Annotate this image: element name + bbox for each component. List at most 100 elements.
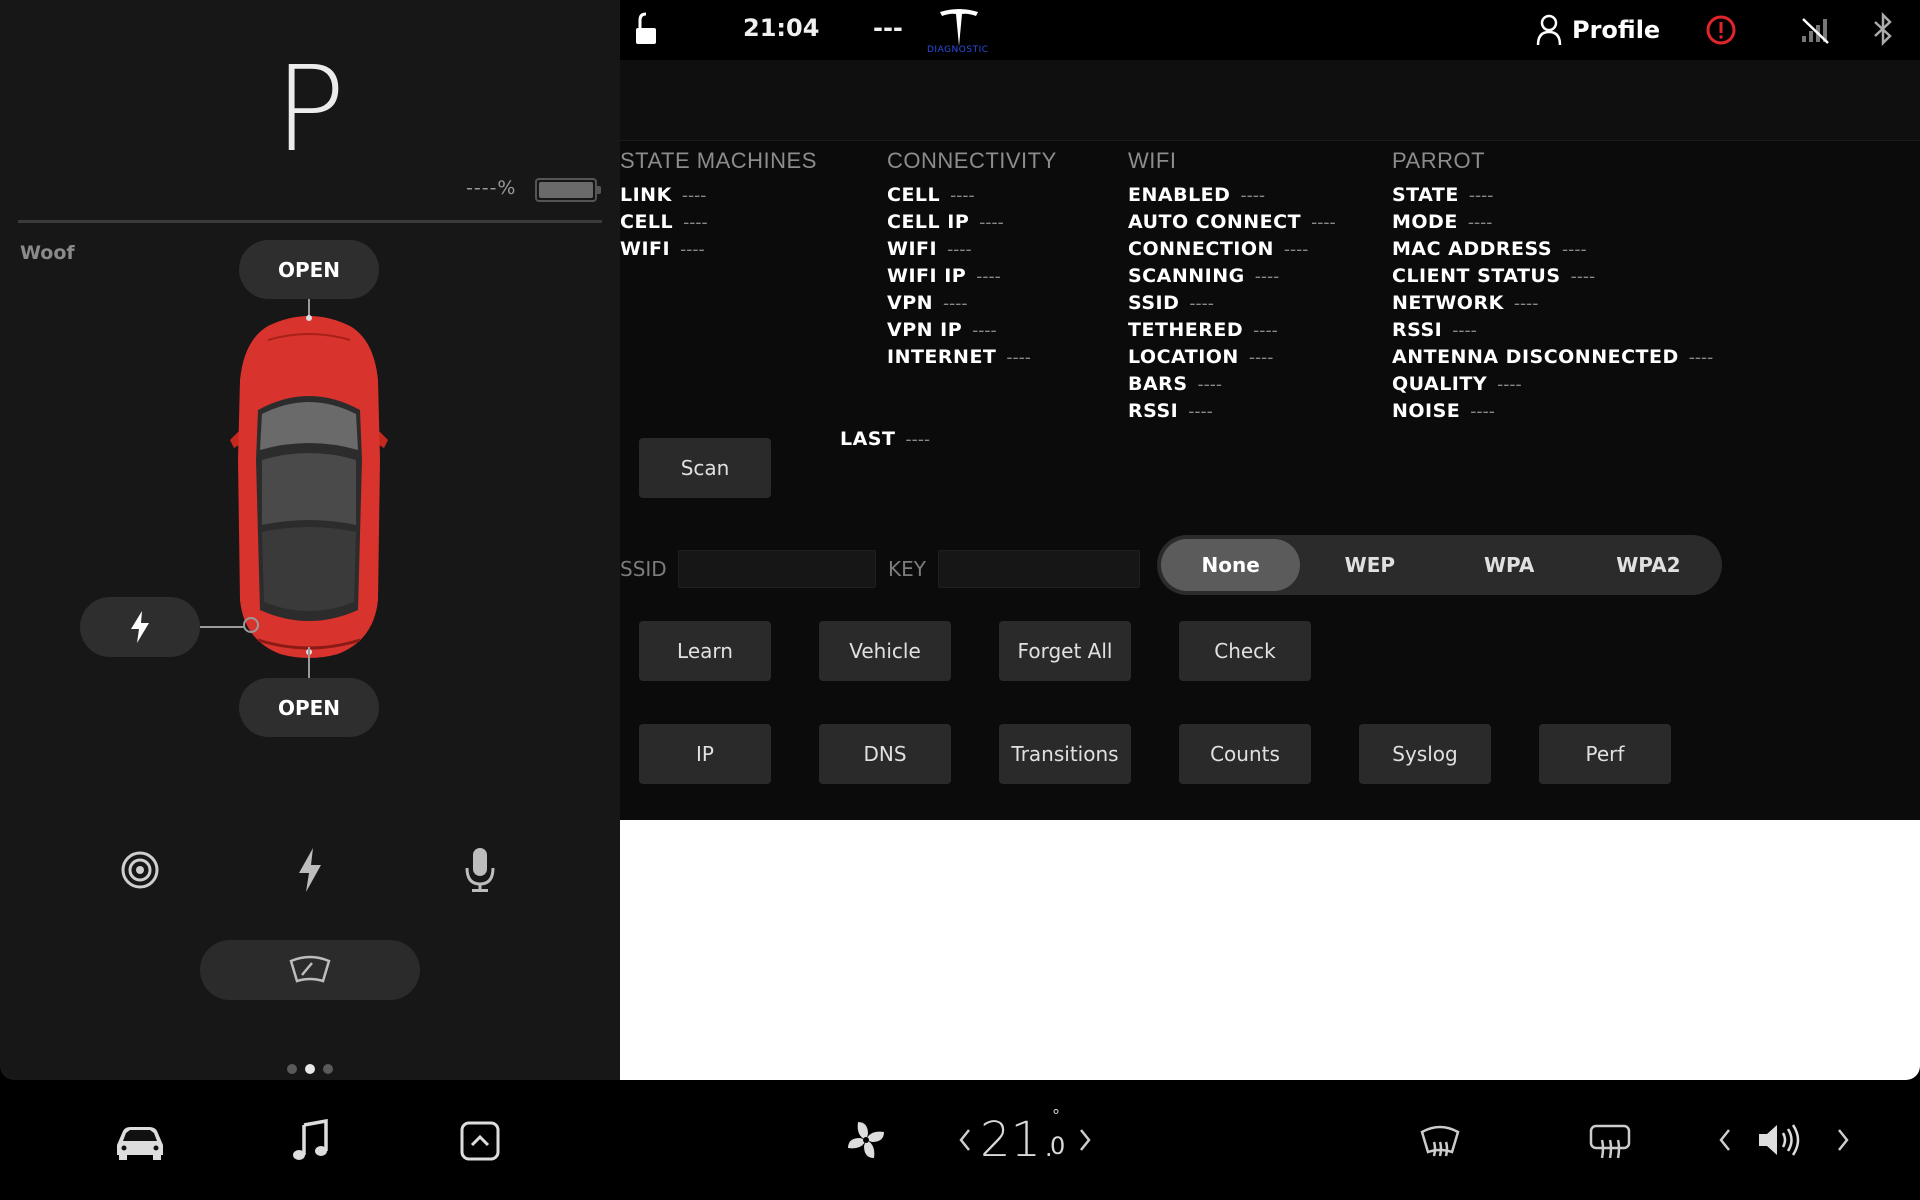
trunk-connector-line bbox=[308, 647, 310, 678]
diag-value: ---- bbox=[1513, 294, 1539, 314]
volume-up-button[interactable] bbox=[1828, 1120, 1858, 1160]
diag-row: CLIENT STATUS ---- bbox=[1392, 263, 1713, 290]
transitions-button[interactable]: Transitions bbox=[999, 724, 1131, 784]
temp-up-button[interactable] bbox=[1070, 1120, 1100, 1160]
perf-button[interactable]: Perf bbox=[1539, 724, 1671, 784]
diag-row: WIFI ---- bbox=[887, 236, 1057, 263]
learn-button[interactable]: Learn bbox=[639, 621, 771, 681]
security-type-toggle[interactable]: None WEP WPA WPA2 bbox=[1157, 535, 1722, 595]
profile-button[interactable]: Profile bbox=[1536, 14, 1660, 46]
car-button[interactable] bbox=[108, 1112, 172, 1170]
diag-key: LINK bbox=[620, 184, 672, 206]
diag-key: ANTENNA DISCONNECTED bbox=[1392, 346, 1679, 368]
counts-button[interactable]: Counts bbox=[1179, 724, 1311, 784]
diag-row: QUALITY ---- bbox=[1392, 371, 1713, 398]
fan-button[interactable] bbox=[838, 1112, 894, 1168]
state-machines-column: STATE MACHINES LINK ---- CELL ---- WIFI ---… bbox=[620, 148, 817, 263]
syslog-button[interactable]: Syslog bbox=[1359, 724, 1491, 784]
cellular-status bbox=[1800, 16, 1830, 48]
ip-button[interactable]: IP bbox=[639, 724, 771, 784]
vehicle-button[interactable]: Vehicle bbox=[819, 621, 951, 681]
volume-down-icon bbox=[1719, 1129, 1730, 1151]
check-button[interactable]: Check bbox=[1179, 621, 1311, 681]
diag-row: TETHERED ---- bbox=[1128, 317, 1336, 344]
diag-key: WIFI IP bbox=[887, 265, 967, 287]
page-dot[interactable] bbox=[287, 1064, 297, 1074]
diag-key: ENABLED bbox=[1128, 184, 1231, 206]
temp-down-button[interactable] bbox=[950, 1120, 980, 1160]
speaker-icon bbox=[1759, 1124, 1800, 1156]
open-frunk-button[interactable]: OPEN bbox=[239, 240, 379, 299]
fan-icon bbox=[848, 1122, 884, 1158]
diag-row: LOCATION ---- bbox=[1128, 344, 1336, 371]
camera-button[interactable] bbox=[110, 840, 170, 900]
volume-down-button[interactable] bbox=[1710, 1120, 1740, 1160]
diag-row: NOISE ---- bbox=[1392, 398, 1713, 425]
diag-value: ---- bbox=[1570, 267, 1596, 287]
voice-command-button[interactable] bbox=[450, 835, 510, 905]
front-defrost-button[interactable] bbox=[1410, 1114, 1470, 1170]
bluetooth-button[interactable] bbox=[1872, 11, 1894, 50]
diag-row: WIFI ---- bbox=[620, 236, 817, 263]
charge-port-button[interactable] bbox=[80, 597, 200, 657]
lock-button[interactable] bbox=[632, 12, 660, 50]
lock-icon bbox=[636, 12, 656, 44]
rear-defrost-button[interactable] bbox=[1580, 1114, 1640, 1170]
key-input[interactable] bbox=[938, 550, 1140, 588]
parrot-column: PARROT STATE ---- MODE ---- MAC ADDRESS ---… bbox=[1392, 148, 1713, 425]
chevron-right-icon bbox=[1080, 1129, 1091, 1151]
diag-key: INTERNET bbox=[887, 346, 997, 368]
diag-row: CELL IP ---- bbox=[887, 209, 1057, 236]
media-button[interactable] bbox=[280, 1112, 340, 1170]
page-dot-active[interactable] bbox=[305, 1064, 315, 1074]
diag-value: ---- bbox=[947, 240, 972, 260]
key-label: KEY bbox=[888, 557, 926, 581]
diag-value: ---- bbox=[1283, 240, 1309, 260]
security-option-wep[interactable]: WEP bbox=[1300, 539, 1439, 591]
profile-icon bbox=[1536, 14, 1562, 46]
diag-value: ---- bbox=[1470, 402, 1495, 422]
diag-key: RSSI bbox=[1128, 400, 1179, 422]
ssid-input[interactable] bbox=[678, 550, 876, 588]
forget-all-button[interactable]: Forget All bbox=[999, 621, 1131, 681]
diag-row: CONNECTION ---- bbox=[1128, 236, 1336, 263]
diag-row: BARS ---- bbox=[1128, 371, 1336, 398]
last-scan-row: LAST ---- bbox=[840, 425, 930, 452]
diag-value: ---- bbox=[1240, 186, 1265, 206]
diag-value: ---- bbox=[1467, 213, 1493, 233]
security-option-wpa[interactable]: WPA bbox=[1440, 539, 1579, 591]
wiper-button[interactable] bbox=[200, 940, 420, 1000]
diag-value: ---- bbox=[972, 321, 997, 341]
diag-row: CELL ---- bbox=[887, 182, 1057, 209]
diag-row: AUTO CONNECT ---- bbox=[1128, 209, 1336, 236]
chevron-left-icon bbox=[959, 1129, 970, 1151]
lightning-icon bbox=[131, 611, 149, 643]
diag-key: VPN IP bbox=[887, 319, 963, 341]
diag-key: TETHERED bbox=[1128, 319, 1244, 341]
volume-button[interactable] bbox=[1752, 1114, 1808, 1166]
dns-button[interactable]: DNS bbox=[819, 724, 951, 784]
no-signal-icon bbox=[1802, 18, 1829, 44]
diag-key: NETWORK bbox=[1392, 292, 1504, 314]
diag-key: AUTO CONNECT bbox=[1128, 211, 1302, 233]
charge-connector-line bbox=[200, 626, 244, 628]
alert-button[interactable] bbox=[1705, 14, 1737, 50]
security-option-wpa2[interactable]: WPA2 bbox=[1579, 539, 1718, 591]
gear-indicator: P bbox=[274, 40, 346, 178]
diag-row: RSSI ---- bbox=[1392, 317, 1713, 344]
temperature-degree: ° bbox=[1052, 1106, 1060, 1125]
diag-value: ---- bbox=[905, 430, 931, 450]
security-option-none[interactable]: None bbox=[1161, 539, 1301, 591]
wifi-column: WIFI ENABLED ---- AUTO CONNECT ---- CONNEC… bbox=[1128, 148, 1336, 425]
app-launcher-button[interactable] bbox=[450, 1112, 510, 1170]
scan-button[interactable]: Scan bbox=[639, 438, 771, 498]
page-dot[interactable] bbox=[323, 1064, 333, 1074]
charging-button[interactable] bbox=[280, 835, 340, 905]
car-icon bbox=[117, 1127, 163, 1160]
open-trunk-button[interactable]: OPEN bbox=[239, 678, 379, 737]
diag-value: ---- bbox=[1188, 402, 1213, 422]
temperature-value: 21. bbox=[980, 1112, 1057, 1168]
diag-value: ---- bbox=[1006, 348, 1031, 368]
diag-key: RSSI bbox=[1392, 319, 1443, 341]
diag-key: CELL bbox=[620, 211, 674, 233]
